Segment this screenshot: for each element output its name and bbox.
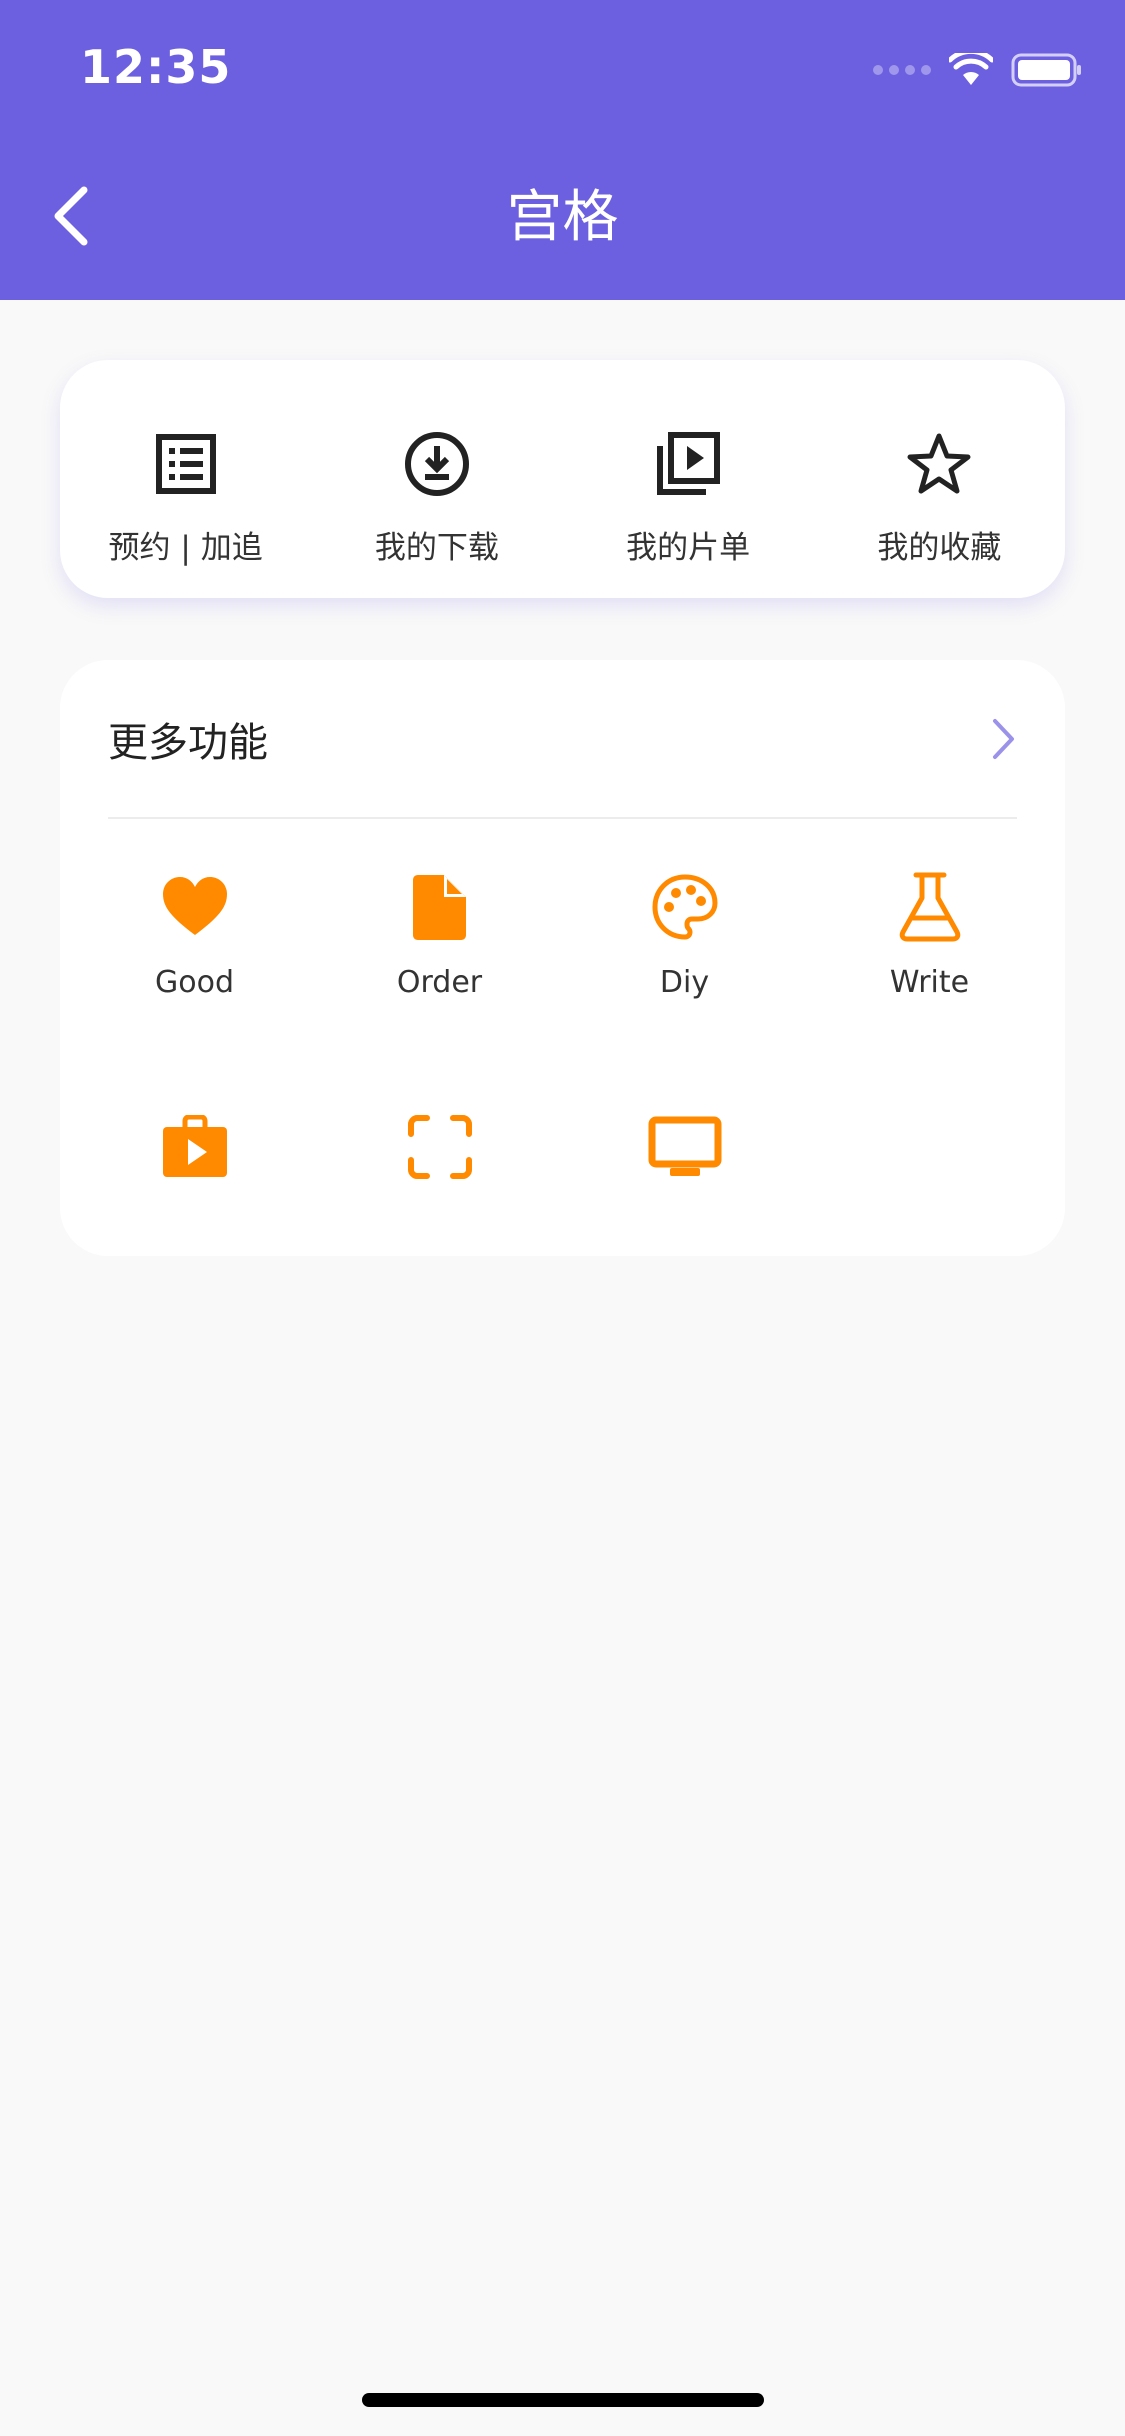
- quick-actions-card: 预约 | 加追 我的下载 我的片单 我的收藏: [60, 360, 1065, 598]
- feature-grid: Good Order Diy Write: [60, 817, 1065, 1297]
- quick-action-label: 我的下载: [374, 530, 499, 566]
- feature-item-order[interactable]: Order: [317, 817, 562, 1057]
- home-indicator[interactable]: [362, 2393, 764, 2407]
- star-icon: [907, 433, 971, 494]
- palette-icon: [651, 874, 718, 940]
- scan-frame-icon: [407, 1115, 472, 1179]
- wifi-icon: [949, 53, 993, 85]
- feature-label: Diy: [659, 965, 710, 1000]
- quick-action-label: 我的片单: [626, 530, 751, 566]
- more-features-header[interactable]: 更多功能: [108, 660, 1017, 819]
- quick-action-playlist[interactable]: 我的片单: [563, 360, 814, 598]
- feature-item-video-briefcase[interactable]: [72, 1057, 317, 1297]
- status-indicators: [873, 48, 1083, 92]
- feature-item-diy[interactable]: Diy: [562, 817, 807, 1057]
- chevron-right-icon: [993, 718, 1014, 759]
- flask-icon: [899, 872, 960, 942]
- feature-label: Write: [889, 965, 970, 1000]
- more-features-title: 更多功能: [108, 719, 268, 766]
- quick-action-favorites[interactable]: 我的收藏: [814, 360, 1065, 598]
- video-library-icon: [657, 432, 721, 495]
- feature-item-good[interactable]: Good: [72, 817, 317, 1057]
- app-header: 12:35 宫格: [0, 0, 1125, 300]
- quick-action-downloads[interactable]: 我的下载: [311, 360, 562, 598]
- feature-label: Order: [396, 965, 483, 1000]
- status-time: 12:35: [80, 40, 232, 94]
- feature-label: Good: [155, 965, 234, 1000]
- battery-icon: [1011, 53, 1081, 87]
- more-features-card: 更多功能 Good Order Diy Write: [60, 660, 1065, 1256]
- quick-action-label: 预约 | 加追: [108, 530, 263, 566]
- feature-item-write[interactable]: Write: [807, 817, 1052, 1057]
- heart-icon: [162, 877, 227, 935]
- feature-item-scan[interactable]: [317, 1057, 562, 1297]
- monitor-icon: [648, 1116, 721, 1176]
- quick-action-reservation[interactable]: 预约 | 加追: [60, 360, 311, 598]
- page-title: 宫格: [506, 185, 619, 250]
- list-icon: [155, 434, 216, 494]
- quick-action-label: 我的收藏: [877, 530, 1002, 566]
- download-circle-icon: [404, 432, 469, 496]
- signal-icon: [873, 65, 931, 75]
- feature-item-monitor[interactable]: [562, 1057, 807, 1297]
- video-briefcase-icon: [162, 1115, 227, 1177]
- document-icon: [412, 875, 466, 940]
